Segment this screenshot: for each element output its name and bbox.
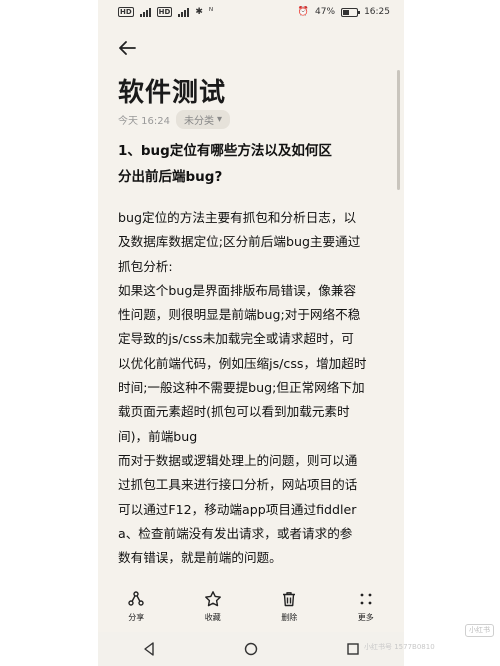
nav-home-icon[interactable] <box>243 641 259 657</box>
nav-recents-icon[interactable] <box>345 641 361 657</box>
trash-icon <box>283 592 296 607</box>
bottom-toolbar: 分享 收藏 删除 更多 <box>98 590 404 632</box>
heading-line: 分出前后端bug? <box>118 169 223 185</box>
category-label: 未分类 <box>184 116 214 127</box>
hd-badge: HD <box>118 7 134 17</box>
status-bar: HD HD ✱ ᴺ ⏰ 47% 16:25 <box>98 0 404 26</box>
status-left: HD HD ✱ ᴺ <box>118 7 213 17</box>
watermark-badge: 小红书 <box>465 624 494 637</box>
body-line: 性问题，则很明显是前端bug;对于网络不稳 <box>118 307 361 323</box>
category-selector[interactable]: 未分类 ▾ <box>176 110 231 129</box>
battery-percent: 47% <box>315 7 336 17</box>
delete-label: 删除 <box>281 613 298 622</box>
favorite-label: 收藏 <box>204 613 221 622</box>
body-line: 时间;一般这种不需要提bug;但正常网络下加 <box>118 380 365 396</box>
body-line: 间)，前端bug <box>118 428 198 444</box>
scrollbar[interactable] <box>397 70 400 190</box>
nav-back-icon[interactable] <box>141 641 157 657</box>
nfc-icon: ᴺ <box>208 7 214 17</box>
share-button[interactable]: 分享 <box>106 590 166 623</box>
back-arrow-icon[interactable] <box>118 40 136 56</box>
system-nav-bar <box>98 632 404 666</box>
favorite-button[interactable]: 收藏 <box>183 590 243 623</box>
body-line: 定导致的js/css未加载完全或请求超时，可 <box>118 331 354 347</box>
body-line: bug定位的方法主要有抓包和分析日志，以 <box>118 210 357 225</box>
body-line: 载页面元素超时(抓包可以看到加载元素时 <box>118 404 350 420</box>
chevron-down-icon: ▾ <box>217 114 223 125</box>
body-line: 过抓包工具来进行接口分析，网站项目的话 <box>118 477 358 493</box>
body-line: 抓包分析: <box>118 258 173 274</box>
body-line: 如果这个bug是界面排版布局错误，像兼容 <box>118 282 357 298</box>
body-line: a、检查前端没有发出请求，或者请求的参 <box>118 525 353 541</box>
more-button[interactable]: 更多 <box>336 590 396 623</box>
watermark: 小红书 小红书号 1577B0810 <box>364 624 500 666</box>
share-icon <box>128 591 144 606</box>
note-heading[interactable]: 1、bug定位有哪些方法以及如何区 分出前后端bug? <box>118 138 388 190</box>
body-line: 数有错误，就是前端的问题。 <box>118 550 282 566</box>
note-date: 今天 16:24 <box>118 116 170 127</box>
alarm-icon: ⏰ <box>297 7 310 17</box>
note-title: 软件测试 <box>118 78 227 108</box>
signal-icon <box>139 7 151 17</box>
body-line: 及数据库数据定位;区分前后端bug主要通过 <box>118 234 361 250</box>
star-icon <box>204 591 221 607</box>
clock: 16:25 <box>364 7 390 17</box>
note-body[interactable]: bug定位的方法主要有抓包和分析日志，以 及数据库数据定位;区分前后端bug主要… <box>118 206 394 570</box>
more-label: 更多 <box>357 613 374 622</box>
status-right: ⏰ 47% 16:25 <box>298 7 390 17</box>
more-icon <box>360 593 372 605</box>
watermark-text: 小红书号 1577B0810 <box>364 643 435 651</box>
signal-icon-2 <box>178 7 190 17</box>
bluetooth-icon: ✱ <box>195 7 203 17</box>
heading-line: 1、bug定位有哪些方法以及如何区 <box>118 143 332 159</box>
body-line: 而对于数据或逻辑处理上的问题，则可以通 <box>118 452 358 468</box>
hd-badge-2: HD <box>156 7 173 17</box>
phone-screen: HD HD ✱ ᴺ ⏰ 47% 16:25 软件测试 今天 16:24 未分类 … <box>98 0 404 666</box>
battery-icon <box>341 7 361 17</box>
note-meta: 今天 16:24 未分类 ▾ <box>118 110 231 129</box>
delete-button[interactable]: 删除 <box>259 590 319 623</box>
share-label: 分享 <box>128 613 145 622</box>
body-line: 可以通过F12，移动端app项目通过fiddler <box>118 501 357 517</box>
battery-level <box>343 9 350 15</box>
body-line: 以优化前端代码，例如压缩js/css，增加超时 <box>118 355 367 371</box>
